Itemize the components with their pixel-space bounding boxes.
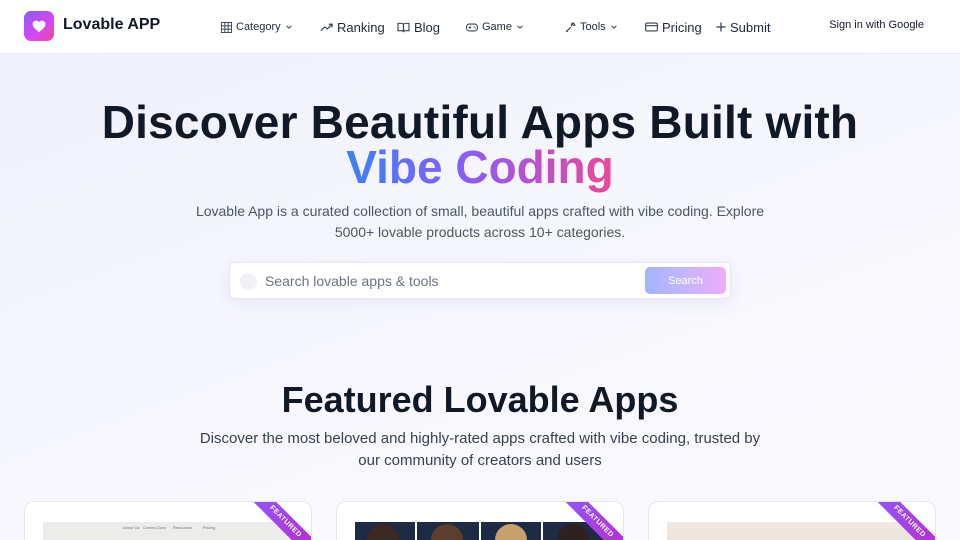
portrait-image [557,524,589,540]
heart-icon [32,20,46,32]
plus-icon [716,22,726,32]
portrait-image [367,524,399,540]
nav-ranking[interactable]: Ranking [320,18,385,36]
mini-nav-item: About Us [123,525,140,530]
thumbnail-divider [541,522,543,540]
app-screenshot-thumbnail: About Us Combo Dora Resources Pricing [43,522,295,540]
featured-app-card[interactable]: FEATURED [648,501,936,540]
nav-pricing-label: Pricing [662,19,702,35]
chevron-down-icon [610,25,617,29]
gamepad-icon [466,23,478,31]
top-navbar: Lovable APP Category Ranking Blog Game T… [0,0,960,54]
search-input[interactable] [265,269,635,293]
nav-game[interactable]: Game [466,18,524,36]
nav-tools[interactable]: Tools [565,18,618,36]
nav-pricing[interactable]: Pricing [645,18,702,36]
app-logo[interactable] [24,11,54,41]
portrait-image [431,524,463,540]
brand-name[interactable]: Lovable APP [63,16,160,34]
grid-icon [221,21,232,33]
nav-game-label: Game [482,21,512,33]
search-button[interactable]: Search [645,267,726,294]
nav-blog[interactable]: Blog [397,18,440,36]
chevron-down-icon [285,25,292,29]
portrait-image [495,524,527,540]
search-icon [240,273,257,290]
app-screenshot-thumbnail [667,522,919,540]
nav-category[interactable]: Category [221,18,293,36]
thumbnail-divider [415,522,417,540]
app-screenshot-thumbnail [355,522,607,540]
mini-nav-item: Combo Dora [143,525,166,530]
featured-app-card[interactable]: About Us Combo Dora Resources Pricing FE… [24,501,312,540]
hero-title-accent: Vibe Coding [0,141,960,193]
mini-nav-item: Resources [173,525,193,530]
hero-subtitle: Lovable App is a curated collection of s… [195,203,765,240]
featured-title: Featured Lovable Apps [281,379,679,420]
sign-in-google-button[interactable]: Sign in with Google [829,19,924,31]
nav-tools-label: Tools [580,21,606,33]
search-bar: Search [229,262,731,299]
featured-subtitle: Discover the most beloved and highly-rat… [199,430,761,469]
nav-submit-label: Submit [730,19,771,35]
featured-app-card[interactable]: FEATURED [336,501,624,540]
nav-blog-label: Blog [414,19,441,35]
thumbnail-divider [479,522,481,540]
mini-nav-item: Pricing [203,525,216,530]
nav-submit[interactable]: Submit [716,18,770,36]
book-icon [397,22,410,32]
wrench-icon [565,21,576,32]
card-icon [645,22,658,32]
nav-ranking-label: Ranking [337,19,385,35]
trending-icon [320,23,333,32]
chevron-down-icon [517,25,523,29]
hero-title-gradient-text: Vibe Coding [346,141,614,193]
nav-category-label: Category [236,21,281,33]
